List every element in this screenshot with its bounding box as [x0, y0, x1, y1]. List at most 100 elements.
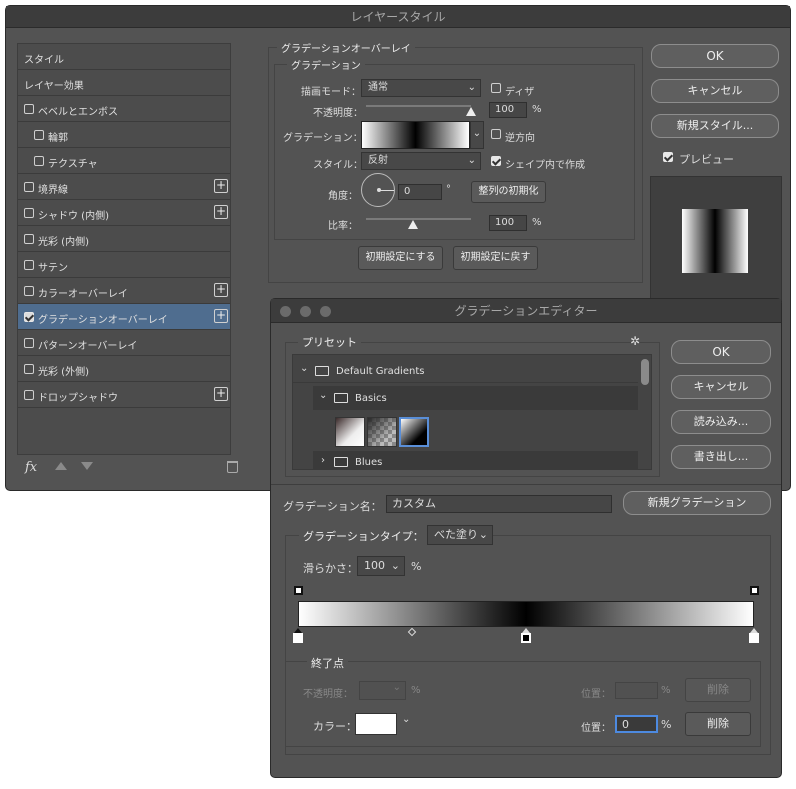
effect-item[interactable]: 光彩 (外側): [18, 356, 230, 382]
effect-item[interactable]: サテン: [18, 252, 230, 278]
chevron-right-icon: ›: [321, 455, 325, 466]
editor-ok-button[interactable]: OK: [671, 340, 771, 364]
effect-item[interactable]: テクスチャ: [18, 148, 230, 174]
effect-checkbox[interactable]: [24, 364, 34, 374]
color-stop[interactable]: [749, 633, 759, 643]
color-delete-button[interactable]: 削除: [685, 712, 751, 736]
angle-label: 角度：: [328, 191, 358, 202]
gradient-swatch[interactable]: [361, 121, 470, 149]
effect-item[interactable]: カラーオーバーレイ +: [18, 278, 230, 304]
chevron-down-icon: ⌄: [467, 82, 476, 93]
gradient-preset-3[interactable]: [399, 417, 429, 447]
styles-item[interactable]: スタイル: [18, 44, 230, 70]
effect-item[interactable]: 境界線 +: [18, 174, 230, 200]
effect-checkbox[interactable]: [24, 286, 34, 296]
effect-checkbox[interactable]: [24, 182, 34, 192]
scale-slider-thumb[interactable]: [408, 220, 419, 229]
effect-checkbox[interactable]: [24, 260, 34, 270]
blending-options-item[interactable]: レイヤー効果: [18, 70, 230, 96]
effect-item[interactable]: 光彩 (内側): [18, 226, 230, 252]
effect-checkbox[interactable]: [34, 156, 44, 166]
scale-percent: %: [532, 217, 542, 228]
maximize-window-button[interactable]: [320, 306, 331, 317]
fx-icon[interactable]: fx: [25, 460, 37, 475]
move-down-icon[interactable]: [81, 462, 93, 470]
smoothness-percent: %: [411, 560, 422, 573]
color-stop[interactable]: [293, 633, 303, 643]
effect-item[interactable]: ドロップシャドウ +: [18, 382, 230, 408]
blend-mode-select[interactable]: 通常 ⌄: [361, 79, 481, 97]
dither-checkbox[interactable]: [491, 83, 501, 93]
effect-item[interactable]: グラデーションオーバーレイ +: [18, 304, 230, 330]
ok-button[interactable]: OK: [651, 44, 779, 68]
gradient-bar[interactable]: [298, 601, 754, 627]
gradient-overlay-title: グラデーションオーバーレイ: [277, 40, 415, 55]
gradient-name-input[interactable]: カスタム: [386, 495, 612, 513]
reset-alignment-button[interactable]: 整列の初期化: [471, 181, 546, 203]
style-select[interactable]: 反射 ⌄: [361, 152, 481, 170]
presets-scrollbar[interactable]: [641, 359, 649, 385]
effect-checkbox[interactable]: [24, 390, 34, 400]
close-window-button[interactable]: [280, 306, 291, 317]
folder-default-gradients[interactable]: ⌄ Default Gradients: [293, 359, 638, 383]
opacity-delete-button: 削除: [685, 678, 751, 702]
reverse-checkbox[interactable]: [491, 129, 501, 139]
add-effect-icon[interactable]: +: [214, 205, 228, 219]
opacity-input[interactable]: 100: [489, 102, 527, 118]
chevron-down-icon[interactable]: ⌄: [402, 714, 410, 725]
add-effect-icon[interactable]: +: [214, 179, 228, 193]
add-effect-icon[interactable]: +: [214, 309, 228, 323]
align-with-layer-checkbox[interactable]: [491, 156, 501, 166]
preview-gradient: [682, 209, 748, 273]
effect-item[interactable]: ベベルとエンボス: [18, 96, 230, 122]
export-button[interactable]: 書き出し...: [671, 445, 771, 469]
chevron-down-icon: ⌄: [300, 363, 309, 374]
gradient-preset-2[interactable]: [367, 417, 397, 447]
effect-checkbox[interactable]: [24, 208, 34, 218]
scale-input[interactable]: 100: [489, 215, 527, 231]
move-up-icon[interactable]: [55, 462, 67, 470]
gear-icon[interactable]: ✲: [630, 334, 640, 348]
effect-checkbox[interactable]: [24, 312, 34, 322]
effect-label: グラデーションオーバーレイ: [38, 315, 168, 326]
new-style-button[interactable]: 新規スタイル...: [651, 114, 779, 138]
add-effect-icon[interactable]: +: [214, 387, 228, 401]
gradient-type-select[interactable]: べた塗り ⌄: [427, 525, 493, 545]
color-stop[interactable]: [521, 633, 531, 643]
add-effect-icon[interactable]: +: [214, 283, 228, 297]
effect-item[interactable]: 輪郭: [18, 122, 230, 148]
trash-icon[interactable]: [227, 461, 238, 473]
reset-default-button[interactable]: 初期設定に戻す: [453, 246, 538, 270]
folder-label: Blues: [355, 457, 383, 468]
effect-checkbox[interactable]: [24, 104, 34, 114]
opacity-slider-thumb[interactable]: [466, 107, 476, 116]
scale-slider-track[interactable]: [366, 218, 471, 220]
preview-checkbox[interactable]: [663, 152, 673, 162]
effect-checkbox[interactable]: [24, 338, 34, 348]
gradient-preset-1[interactable]: [335, 417, 365, 447]
angle-unit: °: [446, 184, 451, 195]
smoothness-select[interactable]: 100 ⌄: [357, 556, 405, 576]
folder-basics[interactable]: ⌄ Basics: [313, 386, 638, 410]
opacity-stop[interactable]: [750, 586, 759, 595]
opacity-stop[interactable]: [294, 586, 303, 595]
angle-dial[interactable]: [361, 173, 395, 207]
new-gradient-button[interactable]: 新規グラデーション: [623, 491, 771, 515]
effect-checkbox[interactable]: [24, 234, 34, 244]
gradient-dropdown[interactable]: ⌄: [470, 121, 484, 149]
effect-item[interactable]: シャドウ (内側) +: [18, 200, 230, 226]
opacity-slider-track[interactable]: [366, 105, 471, 107]
angle-input[interactable]: 0: [398, 184, 442, 200]
folder-blues[interactable]: › Blues: [313, 451, 638, 469]
make-default-button[interactable]: 初期設定にする: [358, 246, 443, 270]
color-location-input[interactable]: 0: [615, 715, 658, 733]
effect-label: サテン: [38, 263, 68, 274]
load-button[interactable]: 読み込み...: [671, 410, 771, 434]
preview-label: プレビュー: [679, 153, 734, 166]
effect-checkbox[interactable]: [34, 130, 44, 140]
cancel-button[interactable]: キャンセル: [651, 79, 779, 103]
effect-item[interactable]: パターンオーバーレイ: [18, 330, 230, 356]
editor-cancel-button[interactable]: キャンセル: [671, 375, 771, 399]
minimize-window-button[interactable]: [300, 306, 311, 317]
color-swatch[interactable]: [355, 713, 397, 735]
